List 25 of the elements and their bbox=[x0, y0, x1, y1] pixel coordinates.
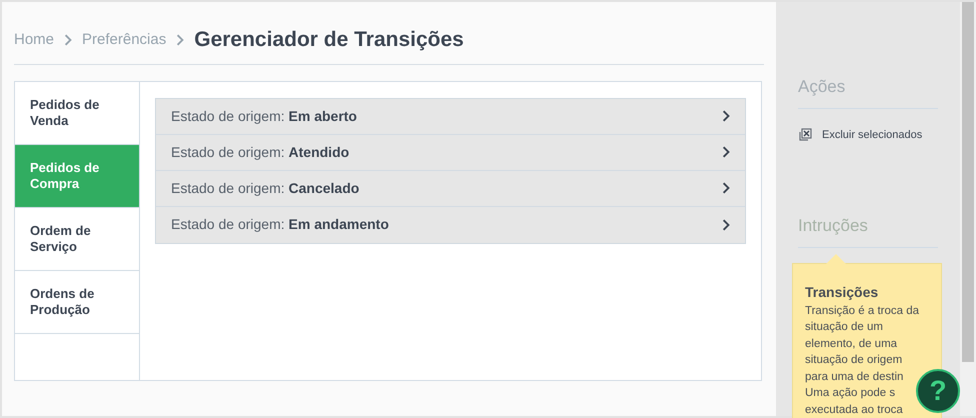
page-title: Gerenciador de Transições bbox=[194, 27, 464, 53]
delete-icon bbox=[798, 128, 812, 142]
scrollbar-thumb[interactable] bbox=[962, 2, 974, 362]
delete-selected-button[interactable]: Excluir selecionados bbox=[798, 126, 938, 143]
transition-row[interactable]: Estado de origem: Em aberto bbox=[156, 98, 745, 134]
chevron-right-icon bbox=[176, 34, 184, 46]
note-title: Transições bbox=[805, 282, 880, 302]
transition-row[interactable]: Estado de origem: Atendido bbox=[156, 134, 745, 170]
note-text: situação de um bbox=[805, 320, 884, 335]
section-title: Ações bbox=[798, 74, 938, 108]
chevron-right-icon bbox=[722, 146, 730, 158]
note-text: elemento, de uma bbox=[805, 336, 898, 352]
chevron-right-icon bbox=[722, 182, 730, 194]
help-button[interactable]: ? bbox=[916, 369, 960, 413]
note-text: Transição é a troca da bbox=[805, 304, 920, 318]
note-text: Uma ação pode s bbox=[805, 386, 896, 401]
transition-row[interactable]: Estado de origem: Em andamento bbox=[156, 206, 745, 242]
section-title: Intruções bbox=[798, 213, 938, 248]
chevron-right-icon bbox=[722, 110, 730, 122]
note-text: situação de origem bbox=[805, 353, 904, 368]
chevron-right-icon bbox=[64, 34, 72, 46]
chevron-right-icon bbox=[722, 218, 730, 230]
note-text: executada ao troca bbox=[805, 402, 904, 418]
transition-row[interactable]: Estado de origem: Cancelado bbox=[156, 170, 745, 206]
note-text: para uma de destin bbox=[805, 370, 904, 384]
